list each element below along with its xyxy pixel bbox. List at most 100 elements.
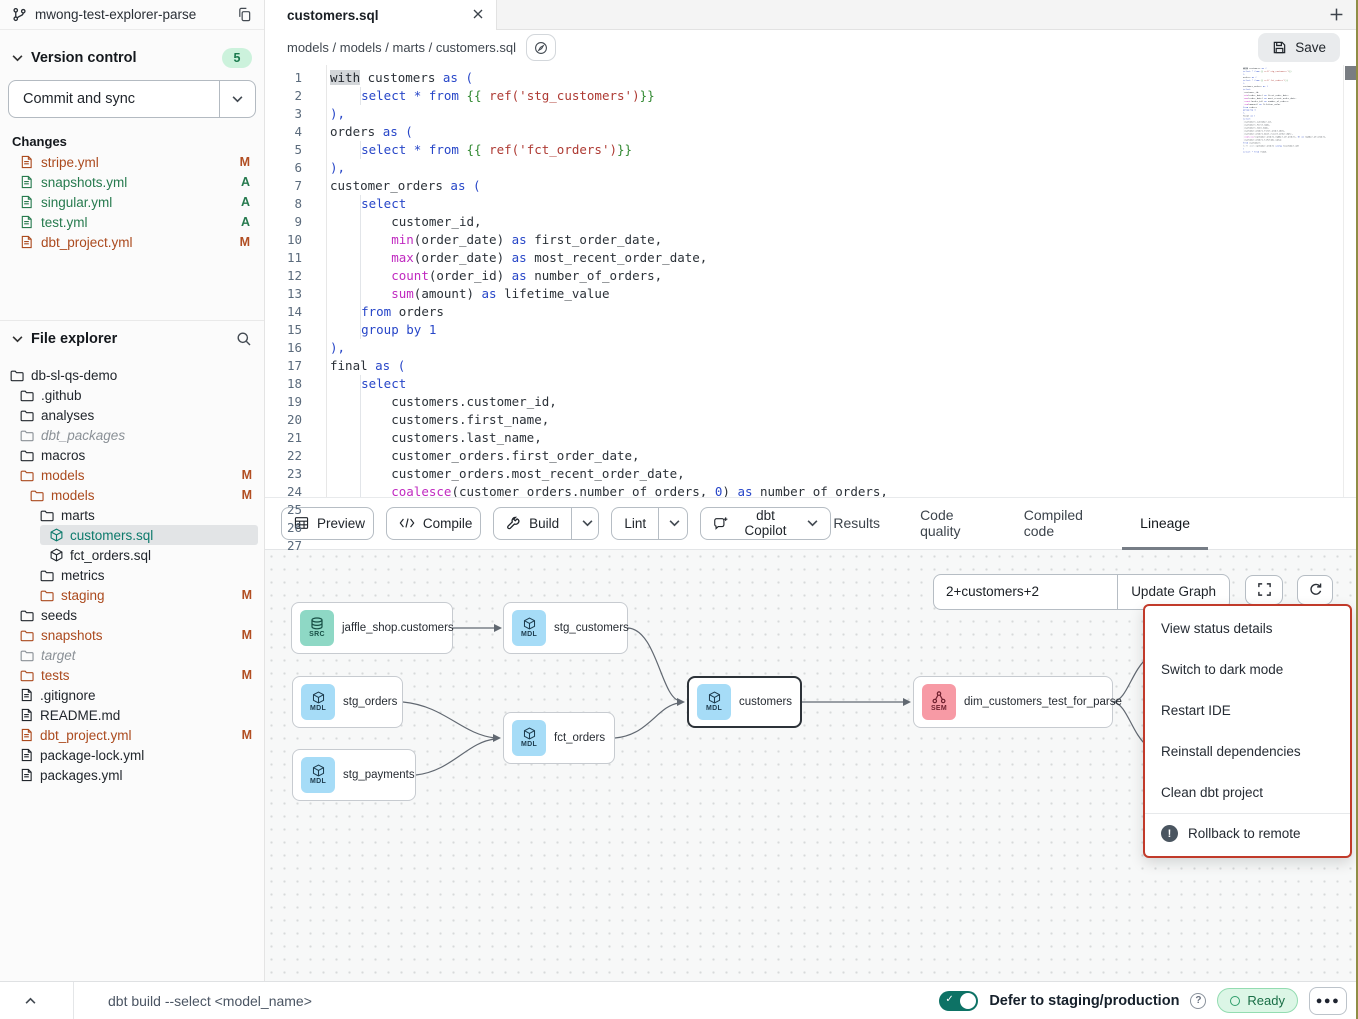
button-main[interactable]: Compile	[387, 508, 481, 539]
tree-item[interactable]: analyses	[0, 405, 264, 425]
tree-item[interactable]: stagingM	[0, 585, 264, 605]
lineage-node-stg_payments[interactable]: MDLstg_payments	[292, 749, 416, 801]
model-cube-icon	[312, 691, 325, 704]
panel-tab-code-quality[interactable]: Code quality	[918, 498, 986, 549]
button-dropdown[interactable]	[571, 508, 599, 539]
tree-item[interactable]: modelsM	[0, 485, 264, 505]
tree-item[interactable]: packages.yml	[0, 765, 264, 785]
commit-and-sync-button[interactable]: Commit and sync	[9, 81, 219, 117]
lineage-node-dim_customers_test_for_parse[interactable]: SEMdim_customers_test_for_parse	[913, 676, 1113, 728]
code-line: min(order_date) as first_order_date,	[330, 231, 1358, 249]
tree-item[interactable]: dbt_project.ymlM	[0, 725, 264, 745]
menu-item-rollback-to-remote[interactable]: !Rollback to remote	[1145, 813, 1350, 854]
tree-item[interactable]: README.md	[0, 705, 264, 725]
commit-options-button[interactable]	[219, 81, 255, 117]
compile-code-icon	[399, 517, 415, 529]
code-line: customer_orders as (	[330, 177, 1358, 195]
lineage-node-stg_customers[interactable]: MDLstg_customers	[503, 602, 628, 654]
button-main[interactable]: Build	[494, 508, 571, 539]
close-tab-button[interactable]	[472, 7, 484, 23]
tree-item[interactable]: marts	[0, 505, 264, 525]
code-line: sum(amount) as lifetime_value	[330, 285, 1358, 303]
ready-label: Ready	[1247, 993, 1285, 1008]
panel-tab-results[interactable]: Results	[831, 498, 882, 549]
tree-item[interactable]: .gitignore	[0, 685, 264, 705]
status-ready-badge[interactable]: Ready	[1217, 988, 1298, 1013]
menu-item-switch-to-dark-mode[interactable]: Switch to dark mode	[1145, 649, 1350, 690]
tree-item-label: macros	[41, 448, 85, 463]
help-icon[interactable]: ?	[1190, 993, 1206, 1009]
lineage-panel[interactable]: SRCjaffle_shop.customers MDLstg_customers…	[265, 550, 1358, 982]
folder-icon	[10, 369, 24, 382]
open-in-explorer-button[interactable]	[526, 34, 556, 61]
lineage-node-jaffle_shop.customers[interactable]: SRCjaffle_shop.customers	[291, 602, 453, 654]
fullscreen-button[interactable]	[1245, 575, 1283, 605]
menu-item-label: Reinstall dependencies	[1161, 744, 1301, 759]
code-line: customers.customer_id,	[330, 393, 1358, 411]
tree-item[interactable]: package-lock.yml	[0, 745, 264, 765]
menu-item-clean-dbt-project[interactable]: Clean dbt project	[1145, 772, 1350, 813]
change-item[interactable]: singular.ymlA	[0, 192, 264, 212]
branch-name: mwong-test-explorer-parse	[35, 7, 196, 22]
tree-item[interactable]: snapshotsM	[0, 625, 264, 645]
tree-item[interactable]: seeds	[0, 605, 264, 625]
defer-toggle[interactable]: ✓	[939, 991, 978, 1011]
folder-icon	[20, 669, 34, 682]
node-type-icon: MDL	[301, 684, 335, 720]
change-item[interactable]: stripe.ymlM	[0, 152, 264, 172]
lint-button: Lint	[611, 507, 687, 540]
search-icon	[236, 331, 252, 347]
editor-scrollbar[interactable]	[1343, 65, 1358, 497]
tree-item-label: .gitignore	[40, 688, 96, 703]
lineage-search-input[interactable]	[934, 575, 1117, 609]
chevron-down-icon[interactable]	[12, 335, 23, 343]
tree-item[interactable]: macros	[0, 445, 264, 465]
tree-item[interactable]: metrics	[0, 565, 264, 585]
button-main[interactable]: dbt Copilot	[701, 508, 831, 539]
menu-item-view-status-details[interactable]: View status details	[1145, 608, 1350, 649]
main-split: mwong-test-explorer-parse Version contro…	[0, 0, 1358, 981]
code-editor[interactable]: 1234567891011121314151617181920212223242…	[265, 65, 1358, 497]
tree-item[interactable]: customers.sql	[40, 525, 258, 545]
command-input[interactable]: dbt build --select <model_name>	[108, 993, 312, 1009]
copy-branch-button[interactable]	[237, 7, 252, 22]
button-dropdown[interactable]	[658, 508, 688, 539]
tree-item[interactable]: target	[0, 645, 264, 665]
button-main[interactable]: Lint	[612, 508, 658, 539]
menu-item-reinstall-dependencies[interactable]: Reinstall dependencies	[1145, 731, 1350, 772]
scrollbar-thumb[interactable]	[1345, 66, 1358, 80]
alert-icon: !	[1161, 825, 1178, 842]
change-item[interactable]: snapshots.ymlA	[0, 172, 264, 192]
new-tab-button[interactable]	[1314, 0, 1358, 29]
lineage-node-customers[interactable]: MDLcustomers	[687, 676, 802, 728]
code-line: group by 1	[330, 321, 1358, 339]
tree-item[interactable]: db-sl-qs-demo	[0, 365, 264, 385]
node-type-icon: MDL	[512, 610, 546, 646]
panel-tab-compiled-code[interactable]: Compiled code	[1022, 498, 1102, 549]
tree-item[interactable]: fct_orders.sql	[0, 545, 264, 565]
compass-icon	[534, 41, 548, 55]
menu-item-restart-ide[interactable]: Restart IDE	[1145, 690, 1350, 731]
tab-customers-sql[interactable]: customers.sql	[265, 0, 497, 30]
change-item[interactable]: test.ymlA	[0, 212, 264, 232]
tree-item[interactable]: dbt_packages	[0, 425, 264, 445]
code-line: select * from {{ ref('fct_orders')}}	[330, 141, 1358, 159]
lineage-node-fct_orders[interactable]: MDLfct_orders	[503, 712, 615, 764]
refresh-graph-button[interactable]	[1297, 575, 1333, 605]
status-more-options-button[interactable]: ●●●	[1309, 987, 1347, 1015]
tree-item-label: customers.sql	[70, 528, 153, 543]
tree-item[interactable]: modelsM	[0, 465, 264, 485]
file-icon	[20, 768, 33, 782]
panel-tab-lineage[interactable]: Lineage	[1138, 498, 1192, 549]
save-button[interactable]: Save	[1258, 33, 1340, 62]
chevron-down-icon[interactable]	[12, 54, 23, 62]
tree-item[interactable]: testsM	[0, 665, 264, 685]
lineage-node-stg_orders[interactable]: MDLstg_orders	[292, 676, 403, 728]
database-icon	[310, 617, 324, 630]
file-search-button[interactable]	[236, 331, 252, 347]
folder-icon	[20, 389, 34, 402]
expand-command-bar-button[interactable]	[17, 997, 43, 1005]
file-icon	[20, 728, 33, 742]
tree-item[interactable]: .github	[0, 385, 264, 405]
change-item[interactable]: dbt_project.ymlM	[0, 232, 264, 252]
